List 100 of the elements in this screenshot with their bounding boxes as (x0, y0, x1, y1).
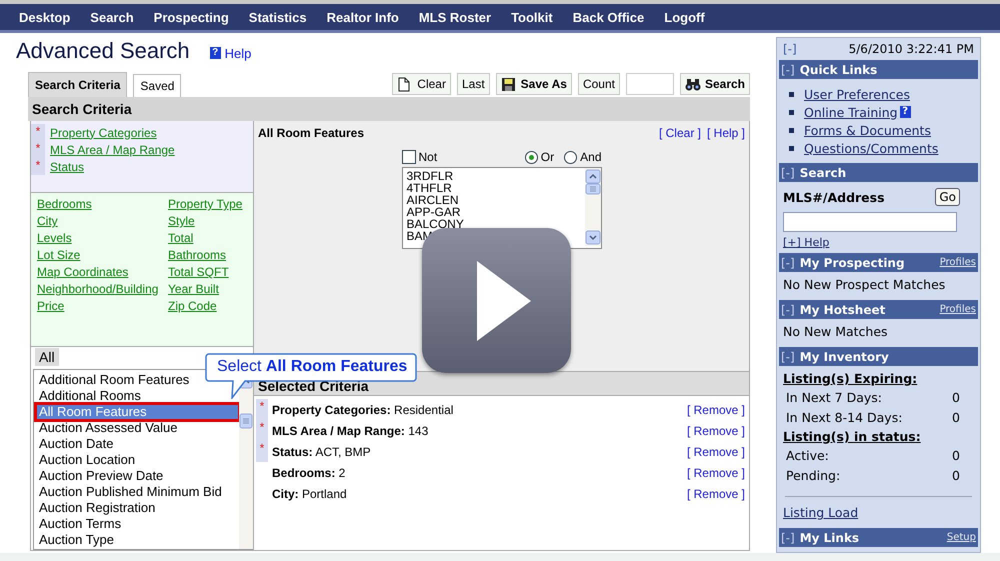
header-link[interactable]: Profiles (940, 257, 976, 268)
filter-tab[interactable]: All (35, 348, 59, 366)
field-link[interactable]: Total (168, 231, 194, 245)
quick-link[interactable]: Forms & Documents (804, 122, 931, 138)
help-icon[interactable]: ? (210, 47, 221, 59)
search-field[interactable] (783, 212, 957, 232)
list-item[interactable]: AIRCLEN (406, 194, 459, 206)
field-link[interactable]: Property Categories (50, 126, 157, 140)
scrollbar[interactable] (584, 168, 600, 246)
row-value: 0 (952, 389, 960, 407)
list-item[interactable]: APP-GAR (406, 206, 461, 218)
help-link[interactable]: [+] Help (783, 236, 830, 249)
toolbar-button[interactable]: Last (456, 73, 490, 95)
remove-link[interactable]: [ Remove ] (686, 424, 745, 438)
remove-link[interactable]: [ Remove ] (686, 486, 745, 500)
field-link[interactable]: Year Built (168, 282, 219, 296)
remove-link[interactable]: [ Remove ] (686, 466, 745, 480)
field-link[interactable]: City (37, 214, 58, 228)
field-link[interactable]: Bathrooms (168, 248, 226, 262)
tab[interactable]: Search Criteria (28, 72, 128, 97)
field-link[interactable]: Price (37, 299, 64, 313)
row-label: In Next 7 Days: (786, 389, 882, 407)
help-link[interactable]: Help (224, 46, 252, 60)
nav-link[interactable]: Toolkit (511, 10, 553, 24)
quick-link[interactable]: Questions/Comments (804, 140, 938, 156)
list-item[interactable]: Auction Preview Date (34, 468, 239, 484)
remove-link[interactable]: [ Remove ] (686, 444, 745, 458)
collapse-toggle[interactable]: [-] (783, 42, 797, 56)
list-item[interactable]: 3RDFLR (406, 170, 454, 182)
criteria-text: Bedrooms: 2 (272, 466, 346, 480)
nav-link[interactable]: Desktop (19, 10, 70, 24)
listing-load-link[interactable]: Listing Load (783, 505, 858, 520)
status-text: No New Prospect Matches (783, 276, 946, 294)
required-mark: * (31, 124, 45, 141)
collapse-toggle[interactable]: [-] (781, 350, 795, 364)
help-icon[interactable]: ? (900, 106, 911, 118)
collapse-toggle[interactable]: [-] (781, 256, 795, 270)
bullet-icon (789, 128, 794, 132)
nav-link[interactable]: MLS Roster (418, 10, 492, 24)
remove-link[interactable]: [ Remove ] (686, 402, 745, 416)
nav-link[interactable]: Search (90, 10, 134, 24)
field-link[interactable]: MLS Area / Map Range (50, 142, 175, 156)
field-link[interactable]: Property Type (168, 197, 242, 211)
nav-link[interactable]: Logoff (664, 10, 705, 24)
nav-link[interactable]: Back Office (572, 10, 644, 24)
field-link[interactable]: Zip Code (168, 299, 217, 313)
list-item[interactable]: Auction Published Minimum Bid (34, 484, 239, 500)
field-link[interactable]: Neighborhood/Building (37, 282, 158, 296)
section-title: My Inventory (800, 350, 890, 364)
collapse-toggle[interactable]: [-] (781, 530, 795, 544)
toolbar-button[interactable]: Count (578, 73, 620, 95)
list-item[interactable]: 4THFLR (406, 182, 452, 194)
field-link[interactable]: Bedrooms (37, 197, 92, 211)
status-text: No New Matches (783, 323, 889, 341)
criteria-text: City: Portland (272, 486, 348, 500)
list-item[interactable]: Auction Assessed Value (34, 420, 239, 436)
header-link[interactable]: Profiles (940, 304, 976, 315)
tab[interactable]: Saved (133, 74, 182, 97)
list-item[interactable]: Auction Type (34, 532, 239, 548)
row-label: Pending: (786, 467, 840, 485)
field-link[interactable]: Style (168, 214, 195, 228)
go-button[interactable]: Go (935, 188, 960, 206)
toolbar-button[interactable]: Clear (392, 73, 451, 95)
field-link[interactable]: Lot Size (37, 248, 80, 262)
field-link[interactable]: Total SQFT (168, 265, 229, 279)
checkbox[interactable] (402, 150, 416, 164)
nav-link[interactable]: Prospecting (154, 10, 229, 24)
group-heading: Listing(s) in status: (783, 428, 922, 446)
date-time: 5/6/2010 3:22:41 PM (848, 42, 974, 56)
required-mark: * (31, 158, 45, 175)
count-field[interactable] (626, 73, 674, 95)
radio-button[interactable] (524, 150, 538, 164)
section-title: My Prospecting (800, 256, 906, 270)
list-item[interactable]: Auction Date (34, 436, 239, 452)
list-item[interactable]: All Room Features (36, 404, 239, 420)
field-link[interactable]: Map Coordinates (37, 265, 128, 279)
collapse-toggle[interactable]: [-] (781, 62, 795, 76)
section-title: My Links (800, 530, 860, 544)
header-link[interactable]: Setup (946, 532, 976, 543)
bracket-link[interactable]: [ Help ] (706, 126, 745, 140)
radio-button[interactable] (564, 150, 578, 164)
field-link[interactable]: Status (50, 160, 84, 174)
list-item[interactable]: BALCONY (406, 218, 464, 230)
toolbar-button[interactable]: Save As (496, 73, 572, 95)
field-link[interactable]: Levels (37, 231, 72, 245)
list-item[interactable]: Auction Location (34, 452, 239, 468)
row-label: Active: (786, 447, 829, 465)
criteria-text: Status: ACT, BMP (272, 444, 372, 458)
collapse-toggle[interactable]: [-] (781, 166, 795, 180)
quick-link[interactable]: User Preferences (804, 86, 910, 102)
list-item[interactable]: Auction Terms (34, 516, 239, 532)
row-label: In Next 8-14 Days: (786, 409, 902, 427)
required-mark: * (256, 420, 268, 441)
collapse-toggle[interactable]: [-] (781, 302, 795, 316)
nav-link[interactable]: Statistics (248, 10, 307, 24)
nav-link[interactable]: Realtor Info (326, 10, 399, 24)
toolbar-button[interactable]: Search (680, 73, 750, 95)
quick-link[interactable]: Online Training (804, 104, 898, 120)
bracket-link[interactable]: [ Clear ] (658, 126, 701, 140)
list-item[interactable]: Auction Registration (34, 500, 239, 516)
